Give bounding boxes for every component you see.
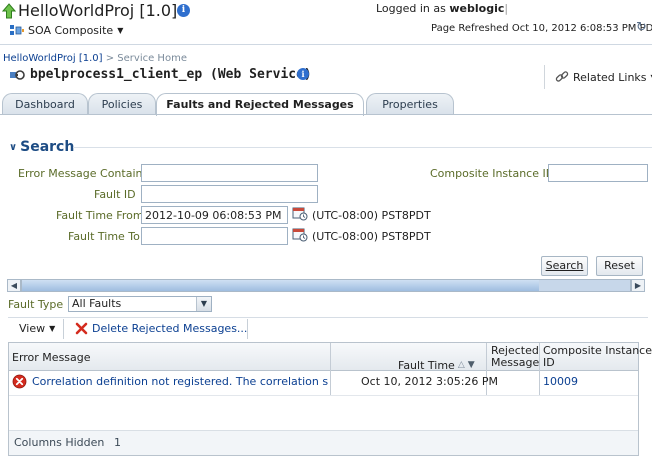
error-message-input[interactable] bbox=[141, 164, 318, 182]
timezone-from: (UTC-08:00) PST8PDT bbox=[312, 209, 431, 222]
fault-type-value: All Faults bbox=[72, 297, 122, 310]
collapse-chevron-icon: ∨ bbox=[9, 141, 18, 153]
timezone-to: (UTC-08:00) PST8PDT bbox=[312, 230, 431, 243]
link-icon bbox=[555, 71, 569, 82]
fault-id-label: Fault ID bbox=[94, 188, 136, 201]
project-title: HelloWorldProj [1.0] bbox=[18, 1, 178, 20]
related-links-menu[interactable]: Related Links ▼ bbox=[555, 70, 652, 84]
logged-in-prefix: Logged in as bbox=[376, 2, 446, 15]
sort-descending-icon[interactable]: ▼ bbox=[468, 360, 475, 370]
info-icon[interactable]: i bbox=[297, 68, 309, 80]
tab-policies[interactable]: Policies bbox=[88, 93, 156, 115]
error-message-label: Error Message Contains bbox=[18, 167, 149, 180]
row-error-message-link[interactable]: Correlation definition not registered. T… bbox=[32, 375, 328, 389]
chevron-down-icon: ▼ bbox=[117, 25, 124, 35]
column-divider bbox=[330, 343, 331, 396]
breadcrumb-separator: > bbox=[105, 53, 115, 64]
tab-properties[interactable]: Properties bbox=[366, 93, 454, 115]
fault-time-header-label: Fault Time bbox=[398, 358, 455, 372]
row-composite-instance-link[interactable]: 10009 bbox=[543, 375, 578, 389]
delete-rejected-messages-label: Delete Rejected Messages... bbox=[92, 322, 248, 335]
related-links-label: Related Links bbox=[573, 70, 647, 84]
tab-underline bbox=[0, 114, 652, 115]
search-button[interactable]: Search bbox=[541, 256, 588, 276]
search-divider bbox=[73, 147, 652, 148]
fault-time-to-input[interactable] bbox=[141, 227, 288, 245]
breadcrumb-project-link[interactable]: HelloWorldProj [1.0] bbox=[3, 53, 103, 64]
page-refreshed-time: Page Refreshed Oct 10, 2012 6:08:53 PM P… bbox=[431, 23, 652, 34]
search-section-header[interactable]: ∨ Search bbox=[9, 139, 74, 155]
calendar-icon[interactable] bbox=[292, 206, 308, 221]
composite-instance-label: Composite Instance ID bbox=[430, 167, 555, 180]
row-fault-time: Oct 10, 2012 3:05:26 PM bbox=[361, 375, 499, 388]
view-menu-label: View bbox=[19, 322, 46, 335]
reset-button[interactable]: Reset bbox=[596, 256, 643, 276]
username: weblogic bbox=[449, 2, 505, 15]
toolbar-separator bbox=[63, 319, 64, 339]
chevron-down-icon: ▼ bbox=[49, 324, 56, 333]
web-service-icon bbox=[10, 70, 25, 80]
table-row-divider bbox=[9, 395, 638, 396]
search-heading: Search bbox=[20, 139, 75, 155]
header-divider bbox=[0, 44, 652, 45]
scroll-left-arrow[interactable]: ◀ bbox=[7, 279, 21, 292]
delete-x-icon bbox=[75, 322, 88, 335]
toolbar-divider bbox=[8, 317, 648, 318]
related-links-divider bbox=[544, 65, 545, 89]
calendar-icon[interactable] bbox=[292, 227, 308, 242]
composite-header-line1: Composite Instance bbox=[543, 344, 652, 357]
toolbar-separator bbox=[247, 319, 248, 339]
horizontal-scrollbar-thumb[interactable] bbox=[22, 280, 539, 291]
composite-header-line2: ID bbox=[543, 356, 555, 369]
columns-hidden-label: Columns Hidden bbox=[14, 436, 105, 449]
fault-time-from-input[interactable] bbox=[141, 206, 288, 224]
tab-dashboard[interactable]: Dashboard bbox=[2, 93, 88, 115]
column-header-composite-instance-id[interactable]: Composite Instance ID bbox=[543, 345, 652, 373]
scroll-right-arrow[interactable]: ▶ bbox=[631, 279, 645, 292]
tab-bar: Dashboard Policies Faults and Rejected M… bbox=[0, 93, 652, 116]
column-divider bbox=[539, 343, 540, 396]
chevron-down-icon[interactable]: ▼ bbox=[196, 297, 211, 311]
home-arrow-icon[interactable] bbox=[2, 3, 16, 19]
page-title: bpelprocess1_client_ep (Web Service) bbox=[30, 67, 312, 82]
tab-faults-and-rejected-messages[interactable]: Faults and Rejected Messages bbox=[156, 93, 364, 116]
fault-type-label: Fault Type bbox=[8, 298, 64, 311]
composite-icon bbox=[10, 24, 24, 35]
column-header-rejected-message[interactable]: Rejected Message bbox=[491, 345, 539, 373]
logged-in-status: Logged in as weblogic| bbox=[376, 2, 509, 15]
columns-hidden-count: 1 bbox=[114, 436, 121, 449]
soa-composite-menu[interactable]: SOA Composite ▼ bbox=[10, 23, 123, 37]
fault-time-from-label: Fault Time From bbox=[56, 209, 144, 222]
view-menu[interactable]: View ▼ bbox=[19, 322, 55, 335]
error-icon bbox=[12, 374, 27, 389]
fault-id-input[interactable] bbox=[141, 185, 318, 203]
breadcrumb: HelloWorldProj [1.0] > Service Home bbox=[3, 53, 187, 64]
fault-time-to-label: Fault Time To bbox=[68, 230, 140, 243]
rejected-header-line2: Message bbox=[491, 356, 540, 369]
info-icon[interactable]: i bbox=[177, 4, 190, 17]
delete-rejected-messages-button[interactable]: Delete Rejected Messages... bbox=[75, 322, 247, 335]
fault-type-select[interactable]: All Faults bbox=[68, 296, 212, 312]
soa-composite-label: SOA Composite bbox=[28, 23, 114, 37]
refresh-icon[interactable]: ↻ bbox=[636, 20, 647, 35]
breadcrumb-current: Service Home bbox=[117, 53, 187, 64]
composite-instance-input[interactable] bbox=[548, 164, 648, 182]
sort-ascending-icon[interactable]: △ bbox=[458, 360, 465, 370]
